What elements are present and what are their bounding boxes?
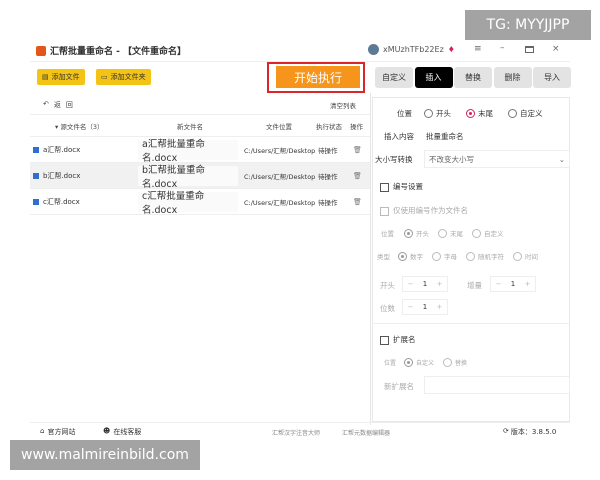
user-icon: ☻: [103, 427, 111, 435]
tab-4[interactable]: 导入: [533, 67, 571, 88]
trash-icon[interactable]: 🗑: [353, 146, 362, 154]
close-icon[interactable]: ×: [552, 44, 560, 54]
title-text: 汇帮批量重命名 - 【文件重命名】: [50, 47, 187, 57]
radio-end[interactable]: 末尾: [466, 108, 493, 119]
maximize-icon[interactable]: [525, 46, 534, 53]
col-new: 新文件名: [177, 123, 203, 131]
increment-label: 增量: [467, 281, 482, 290]
table-row[interactable]: c汇帮.docx c汇帮批量重命名.docx C:/Users/汇帮/Deskt…: [30, 189, 370, 216]
ext-replace[interactable]: 替换: [443, 358, 467, 367]
status: 待操作: [318, 172, 338, 181]
user-info[interactable]: xMUzhTFb22Ez ♦: [368, 44, 455, 55]
source-name: b汇帮.docx: [43, 171, 81, 180]
tab-2[interactable]: 替换: [454, 67, 492, 88]
num-position-row: 位置 开头 末尾 自定义: [381, 228, 504, 238]
add-file-label: 添加文件: [51, 73, 80, 81]
only-number-checkbox[interactable]: 仅使用编号作为文件名: [380, 205, 468, 216]
trash-icon[interactable]: 🗑: [353, 172, 362, 180]
type-random[interactable]: 随机字符: [466, 251, 504, 261]
case-value: 不改变大小写: [429, 154, 474, 164]
case-select[interactable]: 不改变大小写 ⌄: [424, 150, 570, 168]
add-folder-label: 添加文件夹: [110, 73, 146, 81]
start-stepper[interactable]: −1 +: [402, 276, 448, 292]
col-source[interactable]: ▾ 源文件名（3）: [55, 117, 103, 135]
table-row[interactable]: a汇帮.docx a汇帮批量重命名.docx C:/Users/汇帮/Deskt…: [30, 137, 370, 164]
vip-diamond-icon: ♦: [447, 45, 455, 54]
window-title: 汇帮批量重命名 - 【文件重命名】: [36, 44, 186, 57]
col-status: 执行状态: [316, 123, 342, 131]
menu-icon[interactable]: ≡: [474, 44, 482, 54]
type-number[interactable]: 数字: [398, 251, 423, 261]
case-label: 大小写转换: [375, 155, 413, 164]
footer-link-1[interactable]: 汇帮汉字注音大师: [272, 428, 320, 437]
table-row[interactable]: b汇帮.docx b汇帮批量重命名.docx C:/Users/汇帮/Deskt…: [30, 163, 370, 190]
tab-0[interactable]: 自定义: [375, 67, 413, 88]
refresh-icon: ⟳: [503, 427, 509, 435]
ext-checkbox[interactable]: 扩展名: [380, 334, 416, 345]
undo-redo: ↶ 返 回: [43, 100, 73, 110]
tab-1[interactable]: 插入: [414, 67, 453, 88]
new-name: a汇帮批量重命名.docx: [138, 139, 238, 164]
home-icon: ⌂: [40, 427, 45, 435]
undo-icon[interactable]: ↶: [43, 100, 49, 110]
content-label: 插入内容: [384, 132, 414, 141]
support-link[interactable]: ☻ 在线客服: [103, 427, 141, 437]
location: C:/Users/汇帮/Desktop: [244, 198, 316, 207]
num-radio-start[interactable]: 开头: [404, 228, 429, 238]
add-file-button[interactable]: ▤ 添加文件: [37, 69, 85, 85]
location: C:/Users/汇帮/Desktop: [244, 146, 316, 155]
status: 待操作: [318, 198, 338, 207]
new-ext-input[interactable]: [424, 376, 570, 394]
radio-start[interactable]: 开头: [424, 108, 451, 119]
app-logo-icon: [36, 45, 46, 56]
digits-label: 位数: [380, 304, 395, 313]
chevron-down-icon: ⌄: [558, 154, 565, 164]
add-folder-button[interactable]: ▭ 添加文件夹: [96, 69, 151, 85]
username: xMUzhTFb22Ez: [383, 45, 444, 54]
new-ext-label: 新扩展名: [384, 382, 414, 391]
doc-icon: [33, 198, 39, 205]
start-label: 开头: [380, 281, 395, 290]
insert-content-input[interactable]: 批量重命名: [422, 127, 570, 145]
increment-stepper[interactable]: −1 +: [490, 276, 536, 292]
tab-3[interactable]: 删除: [493, 67, 532, 88]
source-name: c汇帮.docx: [43, 197, 80, 206]
new-name: b汇帮批量重命名.docx: [138, 165, 238, 190]
minimize-icon[interactable]: –: [500, 43, 505, 53]
position-row: 位置 开头 末尾 自定义: [397, 108, 552, 119]
numbering-checkbox[interactable]: 编号设置: [380, 181, 423, 192]
location: C:/Users/汇帮/Desktop: [244, 172, 316, 181]
col-location: 文件位置: [266, 123, 292, 131]
start-button[interactable]: 开始执行: [276, 66, 360, 88]
undo-button[interactable]: 返: [54, 100, 61, 110]
ext-position-row: 位置 自定义 替换: [384, 358, 468, 367]
trash-icon[interactable]: 🗑: [353, 198, 362, 206]
col-action: 操作: [350, 123, 363, 131]
doc-icon: [33, 146, 39, 153]
status: 待操作: [318, 146, 338, 155]
position-label: 位置: [397, 109, 412, 118]
version-info[interactable]: ⟳ 版本：3.8.5.0: [503, 427, 556, 437]
type-letter[interactable]: 字母: [432, 251, 457, 261]
doc-icon: [33, 172, 39, 179]
redo-button[interactable]: 回: [66, 100, 73, 110]
num-radio-end[interactable]: 末尾: [438, 228, 463, 238]
num-radio-custom[interactable]: 自定义: [472, 228, 504, 238]
source-name: a汇帮.docx: [43, 145, 81, 154]
new-name: c汇帮批量重命名.docx: [138, 191, 238, 216]
avatar: [368, 44, 379, 55]
watermark-bottom: www.malmireinbild.com: [10, 440, 200, 470]
file-icon: ▤: [42, 73, 49, 81]
footer-link-2[interactable]: 汇帮元数据编辑器: [342, 428, 390, 437]
clear-list-button[interactable]: 清空列表: [330, 100, 356, 110]
type-time[interactable]: 时间: [513, 251, 538, 261]
type-row: 类型 数字 字母 随机字符 时间: [377, 251, 538, 261]
website-link[interactable]: ⌂ 官方网站: [40, 427, 75, 437]
digits-stepper[interactable]: −1 +: [402, 299, 448, 315]
folder-icon: ▭: [101, 73, 108, 81]
radio-custom[interactable]: 自定义: [508, 108, 543, 119]
watermark-top: TG: MYYJJPP: [465, 10, 591, 40]
ext-custom[interactable]: 自定义: [404, 358, 434, 367]
